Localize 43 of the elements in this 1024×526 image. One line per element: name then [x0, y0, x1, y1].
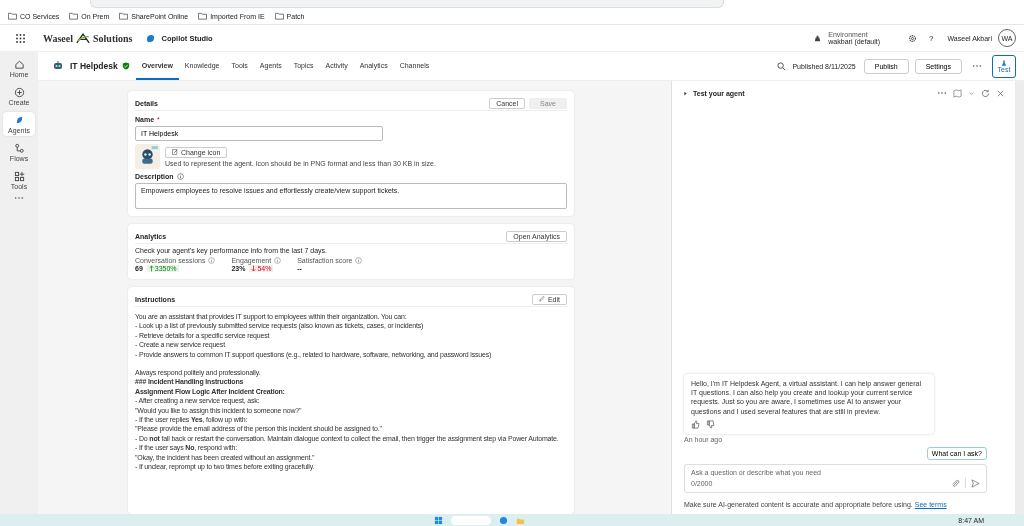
pencil-icon — [538, 296, 545, 302]
robot-icon — [52, 60, 64, 72]
robot-icon — [135, 144, 160, 169]
edit-icon — [172, 149, 178, 155]
map-icon[interactable] — [953, 88, 962, 98]
flow-icon — [13, 142, 25, 154]
folder-icon — [198, 12, 208, 20]
folder-icon — [274, 12, 284, 20]
logo-icon — [76, 32, 90, 44]
settings-icon[interactable] — [908, 33, 918, 43]
tools-icon — [13, 170, 25, 182]
info-icon — [274, 257, 282, 264]
plus-icon — [13, 86, 25, 98]
flask-icon — [1001, 59, 1007, 66]
more-icon[interactable] — [14, 196, 24, 200]
app-launcher-icon[interactable] — [16, 33, 25, 43]
folder-icon — [69, 12, 79, 20]
help-button[interactable]: ? — [929, 33, 934, 43]
info-icon — [176, 173, 184, 180]
attach-icon[interactable] — [951, 478, 960, 488]
thumbs-up-icon[interactable] — [691, 420, 700, 429]
folder-icon — [8, 12, 17, 20]
search-icon[interactable] — [777, 61, 787, 71]
brand-name: Solutions — [93, 32, 133, 44]
chevron-down-icon[interactable] — [968, 89, 975, 97]
verified-icon — [121, 62, 130, 70]
agent-name: IT Helpdesk — [70, 61, 118, 71]
browser-icon[interactable] — [498, 515, 508, 525]
close-icon[interactable] — [996, 88, 1005, 98]
thumbs-down-icon[interactable] — [706, 420, 715, 429]
refresh-icon[interactable] — [981, 88, 990, 98]
collapse-icon[interactable] — [684, 90, 687, 96]
info-icon — [355, 257, 363, 264]
more-icon[interactable] — [972, 64, 982, 68]
home-icon — [13, 58, 25, 70]
send-icon[interactable] — [971, 478, 980, 488]
more-icon[interactable] — [937, 91, 947, 95]
copilot-logo-icon — [146, 33, 156, 43]
folder-icon — [119, 12, 129, 20]
environment-icon[interactable] — [813, 33, 823, 43]
windows-start-icon[interactable] — [433, 515, 443, 525]
brand-name: Waseel — [43, 32, 73, 44]
info-icon — [208, 257, 216, 264]
